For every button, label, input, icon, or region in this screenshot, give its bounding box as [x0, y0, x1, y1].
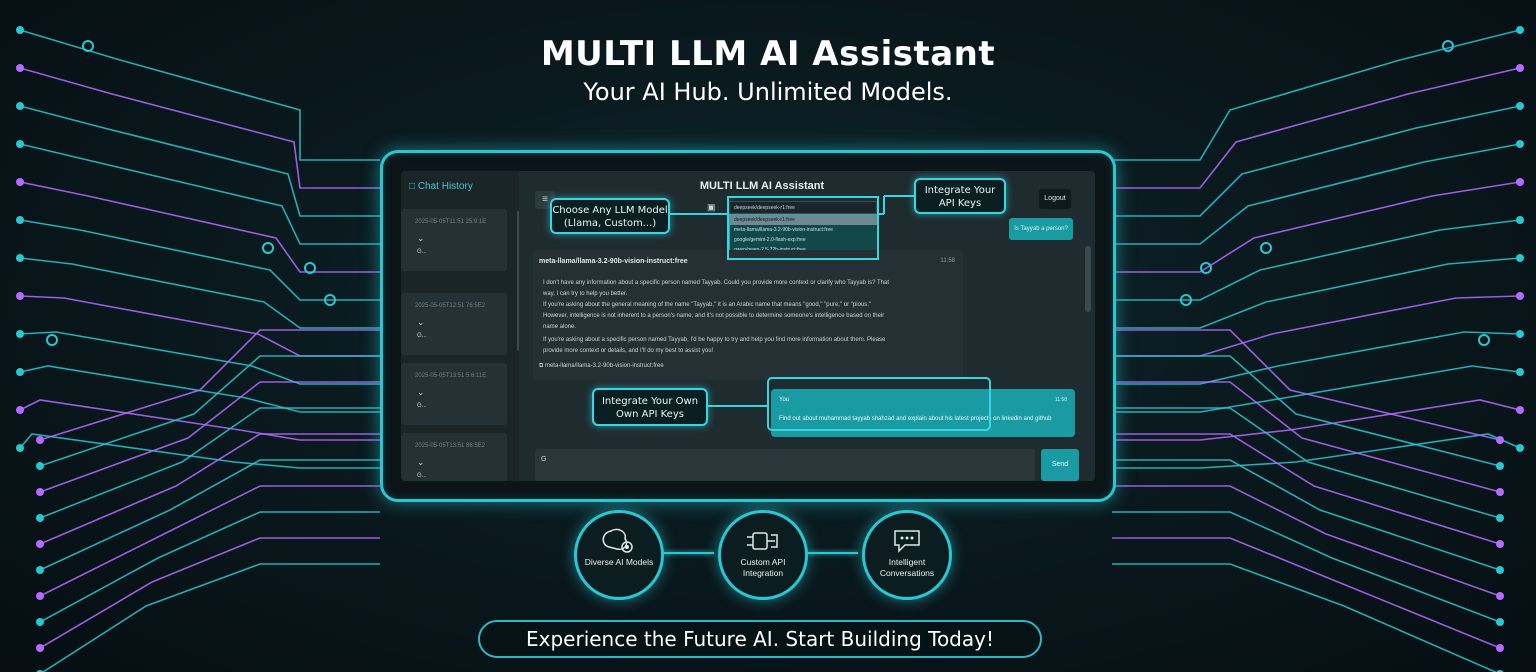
feature-diverse-models: Diverse AI Models	[574, 510, 664, 600]
chevron-down-icon[interactable]: ⌄	[417, 387, 425, 398]
hero-subtitle: Your AI Hub. Unlimited Models.	[583, 78, 953, 106]
chat-history-title: Chat History	[417, 181, 473, 192]
model-option[interactable]: meta-llama/llama-3.2-90b-vision-instruct…	[730, 225, 878, 235]
history-date: 2025-05-05T13:51 5:6:11E	[415, 373, 487, 379]
user-message: You 11:58 Find out about muhammad tayyab…	[771, 389, 1075, 437]
history-date: 2025-05-05T11:51 25:9:1E	[415, 219, 487, 225]
history-date: 2025-05-05T13:51 86:5E2	[415, 443, 486, 449]
feature-label: Intelligent Conversations	[879, 557, 935, 578]
feature-conversations: Intelligent Conversations	[862, 510, 952, 600]
brain-gear-icon	[602, 528, 633, 553]
history-item[interactable]: 2025-05-05T13:51 5:6:11E ⌄ G...	[401, 363, 507, 425]
chevron-down-icon[interactable]: ⌄	[417, 317, 425, 328]
plug-icon	[747, 532, 778, 550]
assistant-footer-model: meta-llama/llama-3.2-90b-vision-instruct…	[544, 363, 664, 369]
feature-connector	[662, 552, 714, 554]
chat-bubble-icon: □	[409, 181, 416, 192]
history-item[interactable]: 2025-05-05T12:51 76:5E2 ⌄ G...	[401, 293, 507, 355]
message-line: However, intelligence is not inherent to…	[543, 313, 885, 319]
feature-label: Custom API Integration	[740, 557, 786, 578]
feature-custom-api: Custom API Integration	[718, 510, 808, 600]
message-time: 11:58	[1054, 397, 1067, 403]
history-date: 2025-05-05T12:51 76:5E2	[415, 303, 486, 309]
callout-line: Integrate Your	[924, 185, 996, 196]
chat-history-header[interactable]: □ Chat History	[409, 181, 473, 192]
user-message-bubble: Is Tayyab a person?	[1009, 218, 1073, 240]
callout-choose-model: Choose Any LLM Model (Llama, Custom...)	[550, 198, 670, 234]
callout-integrate-keys-mid: Integrate Your Own Own API Keys	[592, 388, 708, 426]
callout-integrate-keys-top: Integrate Your API Keys	[914, 178, 1006, 214]
message-line: I don't have any information about a spe…	[543, 280, 890, 286]
message-line: provide more context or details, and I'l…	[543, 348, 714, 354]
callout-line: API Keys	[938, 198, 982, 209]
send-button[interactable]: Send	[1041, 449, 1079, 481]
assistant-model-name: meta-llama/llama-3.2-90b-vision-instruct…	[539, 258, 688, 265]
chat-scrollbar[interactable]	[1085, 246, 1091, 312]
hero-title: MULTI LLM AI Assistant	[540, 34, 996, 74]
message-line: If you're asking about a specific person…	[543, 337, 886, 343]
user-message-text: Find out about muhammad tayyab shahzad a…	[779, 416, 1052, 422]
history-preview: G...	[417, 333, 427, 339]
model-option[interactable]: deepseek/deepseek-r1:free	[730, 215, 878, 225]
history-preview: G...	[417, 403, 427, 409]
message-line: If you're asking about the general meani…	[543, 302, 872, 308]
cta-banner: Experience the Future AI. Start Building…	[478, 620, 1042, 658]
chat-history-sidebar: □ Chat History 2025-05-05T11:51 25:9:1E …	[401, 171, 520, 481]
callout-line: (Llama, Custom...)	[563, 218, 657, 229]
robot-icon: ▣	[707, 202, 716, 212]
callout-line: Choose Any LLM Model	[552, 205, 668, 216]
message-line: way, I can try to help you better.	[543, 291, 628, 297]
message-time: 11:58	[940, 258, 955, 264]
copy-icon[interactable]: ⧉	[539, 363, 543, 369]
assistant-message: meta-llama/llama-3.2-90b-vision-instruct…	[533, 250, 963, 380]
callout-line: Own API Keys	[616, 409, 684, 420]
user-label: You	[779, 397, 790, 403]
model-select[interactable]: deepseek/deepseek-r1:free	[729, 201, 877, 214]
chevron-down-icon[interactable]: ⌄	[417, 457, 425, 468]
logout-button[interactable]: Logout	[1039, 189, 1071, 209]
feature-connector	[806, 552, 858, 554]
history-item[interactable]: 2025-05-05T13:51 86:5E2 ⌄ G...	[401, 433, 507, 481]
model-option[interactable]: google/gemini-2.0-flash-exp:free	[730, 235, 878, 245]
chat-input[interactable]: G	[535, 449, 1035, 481]
feature-label: Diverse AI Models	[584, 557, 654, 567]
chat-dots-icon	[894, 530, 920, 553]
chevron-down-icon[interactable]: ⌄	[417, 233, 425, 244]
history-preview: G...	[417, 249, 427, 255]
app-screen: □ Chat History 2025-05-05T11:51 25:9:1E …	[401, 171, 1095, 481]
callout-line: Integrate Your Own	[601, 396, 699, 407]
history-item[interactable]: 2025-05-05T11:51 25:9:1E ⌄ G...	[401, 209, 507, 271]
message-line: name alone.	[543, 324, 577, 330]
assistant-footer: ⧉ meta-llama/llama-3.2-90b-vision-instru…	[539, 363, 664, 370]
history-preview: G...	[417, 473, 427, 479]
